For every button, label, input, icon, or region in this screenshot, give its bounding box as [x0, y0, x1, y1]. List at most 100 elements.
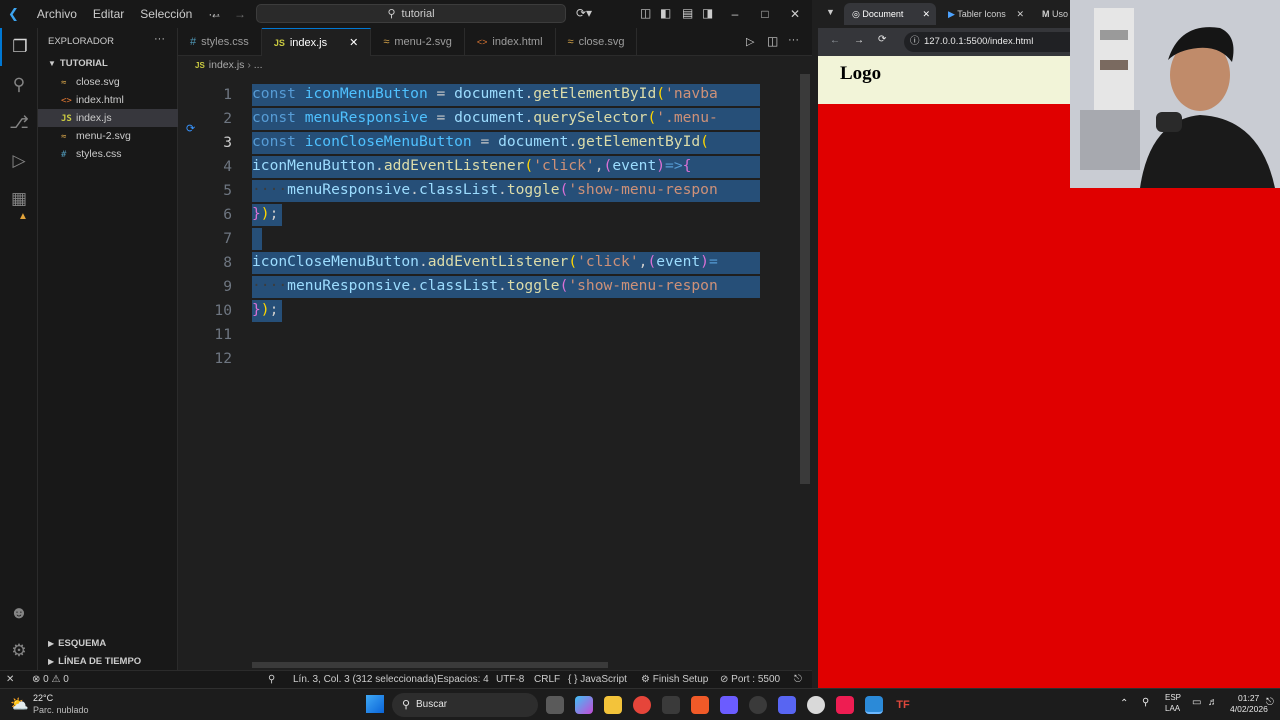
folder-label: TUTORIAL	[59, 58, 108, 69]
account-icon[interactable]: ☻	[0, 594, 38, 632]
line-ending[interactable]: CRLF	[534, 671, 560, 688]
page-logo[interactable]: Logo	[840, 63, 881, 85]
brave-icon[interactable]	[691, 696, 709, 714]
gear-icon: ⚙	[641, 674, 650, 685]
obs-icon[interactable]	[749, 696, 767, 714]
network-icon[interactable]: ▭	[1192, 697, 1201, 708]
maximize-icon[interactable]: □	[750, 0, 780, 28]
encoding[interactable]: UTF-8	[496, 671, 524, 688]
back-arrow-icon[interactable]: ←	[830, 35, 840, 46]
run-debug-icon[interactable]: ▷	[0, 142, 38, 180]
weather-icon[interactable]: ⛅	[10, 695, 29, 713]
split-editor-icon[interactable]: ◫	[767, 34, 778, 48]
settings-gear-icon[interactable]: ⚙	[0, 632, 38, 670]
tf-app-icon[interactable]: TF	[894, 696, 912, 714]
file-close-svg[interactable]: ≈ close.svg	[38, 73, 178, 91]
weather-desc[interactable]: Parc. nublado	[33, 705, 89, 715]
tab-menu-2-svg[interactable]: ≈ menu-2.svg	[371, 28, 465, 56]
breadcrumb-symbol[interactable]: ...	[254, 59, 263, 71]
section-timeline[interactable]: ▶ LÍNEA DE TIEMPO	[38, 653, 178, 671]
live-server-port[interactable]: ⊘ Port : 5500	[720, 671, 780, 688]
minimize-icon[interactable]: –	[720, 0, 750, 28]
section-esquema[interactable]: ▶ ESQUEMA	[38, 635, 178, 653]
notifications-icon[interactable]: ⎋	[1266, 697, 1274, 708]
source-control-icon[interactable]: ⎇	[0, 104, 38, 142]
close-tab-icon[interactable]: ✕	[349, 37, 358, 49]
chatgpt-icon[interactable]	[807, 696, 825, 714]
file-explorer-icon[interactable]	[604, 696, 622, 714]
search-icon: ⚲	[387, 8, 396, 20]
file-index-html[interactable]: <> index.html	[38, 91, 178, 109]
menu-seleccion[interactable]: Selección	[132, 7, 200, 21]
file-styles-css[interactable]: # styles.css	[38, 145, 178, 163]
finish-setup[interactable]: ⚙ Finish Setup	[641, 671, 708, 688]
language-mode[interactable]: { } JavaScript	[568, 671, 627, 688]
layout-panel-icon[interactable]: ◫	[640, 6, 651, 20]
menu-archivo[interactable]: Archivo	[29, 7, 85, 21]
browser-tab-document[interactable]: ◎ Document ✕	[844, 3, 936, 25]
minimap[interactable]	[760, 74, 800, 670]
zoom-icon[interactable]: ⚲	[268, 671, 275, 688]
file-index-js[interactable]: JS index.js	[38, 109, 178, 127]
close-tab-icon[interactable]: ✕	[922, 3, 930, 25]
tiktok-icon[interactable]	[836, 696, 854, 714]
address-bar[interactable]: ⓘ 127.0.0.1:5500/index.html	[904, 32, 1084, 52]
file-label: index.html	[76, 94, 124, 106]
forward-arrow-icon[interactable]: →	[854, 35, 864, 46]
menu-editar[interactable]: Editar	[85, 7, 132, 21]
vertical-scrollbar[interactable]	[800, 74, 810, 484]
section-label: LÍNEA DE TIEMPO	[58, 656, 142, 667]
tab-index-js[interactable]: JS index.js ✕	[261, 28, 372, 56]
chrome-icon[interactable]	[633, 696, 651, 714]
chevron-up-icon[interactable]: ⌃	[1120, 698, 1128, 709]
extensions-icon[interactable]: ▦ ▲	[0, 180, 38, 222]
indentation[interactable]: Espacios: 4	[437, 671, 489, 688]
terminal-icon[interactable]	[662, 696, 680, 714]
close-window-icon[interactable]: ✕	[780, 0, 810, 28]
breadcrumb-file[interactable]: index.js	[209, 59, 245, 71]
notifications-bell-icon[interactable]: ⎋	[794, 671, 802, 688]
tab-list-chevron-icon[interactable]: ▼	[826, 7, 835, 17]
back-arrow-icon[interactable]: ←	[210, 7, 222, 21]
reload-icon[interactable]: ⟳	[878, 34, 886, 45]
close-tab-icon[interactable]: ✕	[1016, 3, 1024, 25]
weather-temp[interactable]: 22°C	[33, 693, 53, 703]
line-number: 6	[223, 206, 232, 223]
taskbar-search[interactable]: ⚲ Buscar	[392, 693, 538, 717]
clock-time[interactable]: 01:27	[1238, 693, 1259, 703]
command-center-search[interactable]: ⚲ tutorial	[256, 4, 566, 23]
sparkle-icon[interactable]: ⟳	[186, 122, 195, 135]
task-view-icon[interactable]	[546, 696, 564, 714]
search-icon[interactable]: ⚲	[0, 66, 38, 104]
code-editor[interactable]: 1 2 3 4 5 6 7 8 9 10 11 12 ⟳ const iconM…	[178, 74, 812, 670]
more-actions-icon[interactable]: ···	[154, 33, 165, 45]
tab-styles-css[interactable]: # styles.css	[178, 28, 262, 56]
forward-arrow-icon[interactable]: →	[234, 7, 246, 21]
file-menu-2-svg[interactable]: ≈ menu-2.svg	[38, 127, 178, 145]
layout-sidebar-icon[interactable]: ◧	[660, 6, 671, 20]
layout-right-icon[interactable]: ◨	[702, 6, 713, 20]
problems-indicator[interactable]: ⊗ 0 ⚠ 0	[32, 671, 69, 688]
activity-bar: ❐ ⚲ ⎇ ▷ ▦ ▲ ☻ ⚙	[0, 28, 38, 670]
copilot-icon[interactable]: ⟳▾	[576, 6, 592, 20]
microphone-icon[interactable]: ⚲	[1142, 697, 1149, 708]
clock-date[interactable]: 4/02/2026	[1230, 704, 1268, 714]
vscode-icon[interactable]	[865, 696, 883, 714]
run-icon[interactable]: ▷	[746, 35, 754, 48]
cursor-position[interactable]: Lín. 3, Col. 3 (312 seleccionada)	[293, 671, 437, 688]
folder-tutorial[interactable]: ▼ TUTORIAL	[38, 55, 178, 73]
tab-index-html[interactable]: <> index.html	[465, 28, 556, 56]
app-icon[interactable]	[720, 696, 738, 714]
copilot-icon[interactable]	[575, 696, 593, 714]
editor-more-icon[interactable]: ···	[788, 34, 799, 46]
tab-close-svg[interactable]: ≈ close.svg	[556, 28, 638, 56]
discord-icon[interactable]	[778, 696, 796, 714]
horizontal-scrollbar[interactable]	[252, 662, 608, 668]
browser-tab-tabler[interactable]: ▶ Tabler Icons ✕	[940, 3, 1030, 25]
remote-icon[interactable]: ✕	[6, 671, 14, 688]
windows-start-icon[interactable]	[366, 695, 384, 713]
language-indicator[interactable]: ESP	[1165, 693, 1181, 702]
explorer-icon[interactable]: ❐	[0, 28, 38, 66]
volume-icon[interactable]: ♬	[1208, 697, 1218, 708]
layout-bottom-icon[interactable]: ▤	[682, 6, 693, 20]
